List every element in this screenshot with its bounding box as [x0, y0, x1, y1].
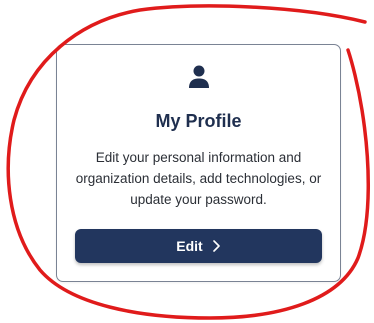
chevron-right-icon	[212, 240, 220, 252]
user-icon	[188, 65, 209, 88]
edit-button[interactable]: Edit	[75, 229, 322, 263]
card-description: Edit your personal information and organ…	[75, 150, 322, 207]
profile-card: My Profile Edit your personal informatio…	[56, 44, 341, 282]
page: My Profile Edit your personal informatio…	[0, 0, 374, 323]
card-title: My Profile	[155, 111, 242, 131]
edit-button-label: Edit	[176, 238, 203, 254]
